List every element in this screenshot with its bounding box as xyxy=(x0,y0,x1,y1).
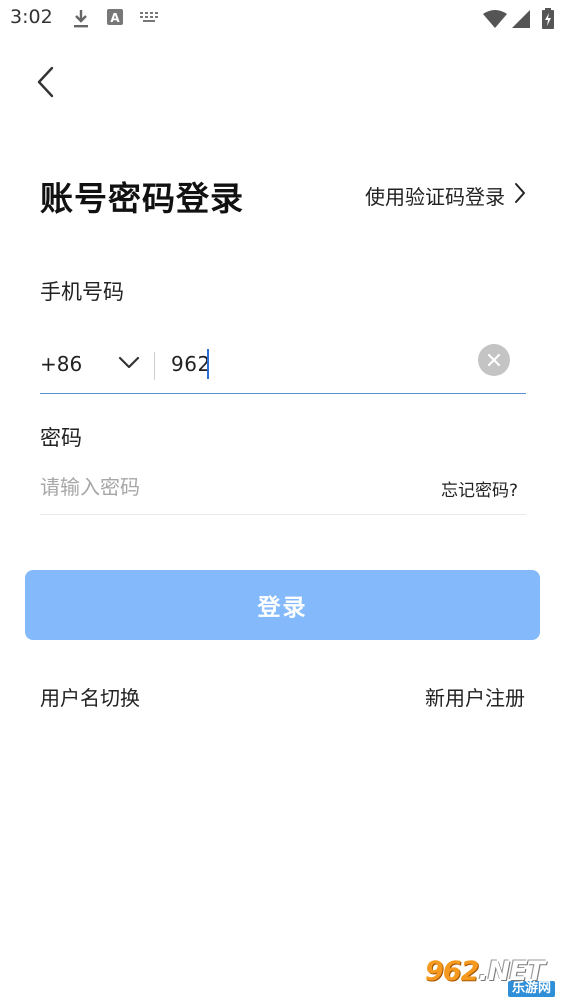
phone-input[interactable]: 962 xyxy=(171,352,211,376)
text-caret xyxy=(207,349,209,379)
sms-login-link[interactable]: 使用验证码登录 xyxy=(365,181,527,209)
password-input[interactable] xyxy=(40,472,400,502)
keyboard-icon xyxy=(138,8,162,28)
register-link[interactable]: 新用户注册 xyxy=(425,682,525,711)
switch-username-link[interactable]: 用户名切换 xyxy=(40,682,140,711)
status-bar: 3:02 A xyxy=(0,0,565,40)
chevron-right-icon xyxy=(513,181,527,210)
battery-icon xyxy=(541,8,555,30)
chevron-left-icon xyxy=(30,62,66,102)
page-title: 账号密码登录 xyxy=(40,179,244,218)
chevron-down-icon[interactable] xyxy=(118,355,140,371)
country-code[interactable]: +86 xyxy=(40,352,82,376)
signal-icon xyxy=(511,9,531,29)
password-label: 密码 xyxy=(40,426,82,450)
sms-login-link-label: 使用验证码登录 xyxy=(365,184,505,209)
login-button[interactable]: 登录 xyxy=(25,570,540,640)
field-divider xyxy=(154,352,155,380)
back-button[interactable] xyxy=(30,62,66,102)
clear-input-button[interactable] xyxy=(478,344,510,376)
watermark-sub: 乐游网 xyxy=(507,981,555,997)
a-badge-icon: A xyxy=(107,8,125,28)
password-field: 忘记密码? xyxy=(40,462,526,515)
clear-circle-icon xyxy=(487,353,501,367)
svg-text:A: A xyxy=(110,11,120,25)
forgot-password-link[interactable]: 忘记密码? xyxy=(441,476,518,501)
watermark-logo: 962.NET 乐游网 xyxy=(425,956,557,998)
download-icon xyxy=(72,8,90,30)
wifi-icon xyxy=(482,9,508,29)
phone-label: 手机号码 xyxy=(40,280,124,304)
status-time: 3:02 xyxy=(10,6,53,28)
phone-field[interactable]: +86 962 xyxy=(40,338,526,394)
